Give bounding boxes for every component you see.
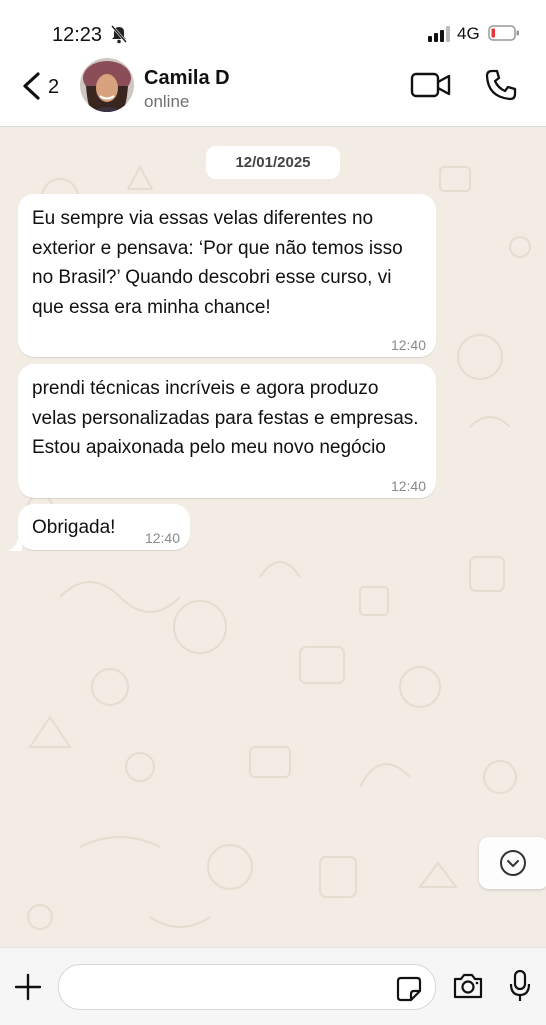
bubble-tail bbox=[8, 539, 22, 551]
chevron-down-circle-icon bbox=[500, 850, 526, 876]
phone-icon[interactable] bbox=[484, 68, 518, 102]
contact-status: online bbox=[144, 92, 190, 111]
chevron-left-icon bbox=[23, 72, 40, 100]
contact-name[interactable]: Camila D bbox=[144, 67, 230, 90]
message-bubble[interactable]: Eu sempre via essas velas diferentes no … bbox=[18, 194, 436, 357]
message-bubble[interactable]: Obrigada! 12:40 bbox=[18, 504, 190, 550]
status-bar: 12:23 4G bbox=[0, 0, 546, 56]
message-time: 12:40 bbox=[390, 337, 426, 353]
message-text: Obrigada! bbox=[32, 517, 116, 538]
sticker-icon[interactable] bbox=[395, 975, 423, 1003]
plus-icon[interactable] bbox=[14, 973, 42, 1001]
camera-icon[interactable] bbox=[452, 971, 484, 1001]
battery-low-icon bbox=[488, 25, 519, 41]
message-input[interactable] bbox=[77, 975, 381, 998]
back-button[interactable]: 2 bbox=[18, 68, 68, 104]
input-bar bbox=[0, 947, 546, 1025]
video-call-icon[interactable] bbox=[410, 70, 452, 100]
message-bubble[interactable]: prendi técnicas incríveis e agora produz… bbox=[18, 364, 436, 498]
status-time: 12:23 bbox=[52, 24, 103, 46]
bell-off-icon bbox=[111, 25, 127, 44]
microphone-icon[interactable] bbox=[508, 969, 532, 1003]
message-time: 12:40 bbox=[390, 478, 426, 494]
chat-header: 2 Camila D online bbox=[0, 56, 546, 127]
message-field[interactable] bbox=[58, 964, 436, 1010]
unread-count: 2 bbox=[48, 76, 60, 98]
message-text: Eu sempre via essas velas diferentes no … bbox=[32, 208, 403, 318]
message-time: 12:40 bbox=[144, 530, 180, 546]
scroll-down-button[interactable] bbox=[479, 837, 546, 889]
avatar[interactable] bbox=[80, 58, 134, 112]
signal-icon bbox=[428, 26, 450, 42]
date-label: 12/01/2025 bbox=[206, 146, 340, 179]
message-text: prendi técnicas incríveis e agora produz… bbox=[32, 378, 419, 458]
network-type: 4G bbox=[457, 24, 480, 43]
chat-area[interactable]: 12/01/2025 Eu sempre via essas velas dif… bbox=[0, 127, 546, 947]
